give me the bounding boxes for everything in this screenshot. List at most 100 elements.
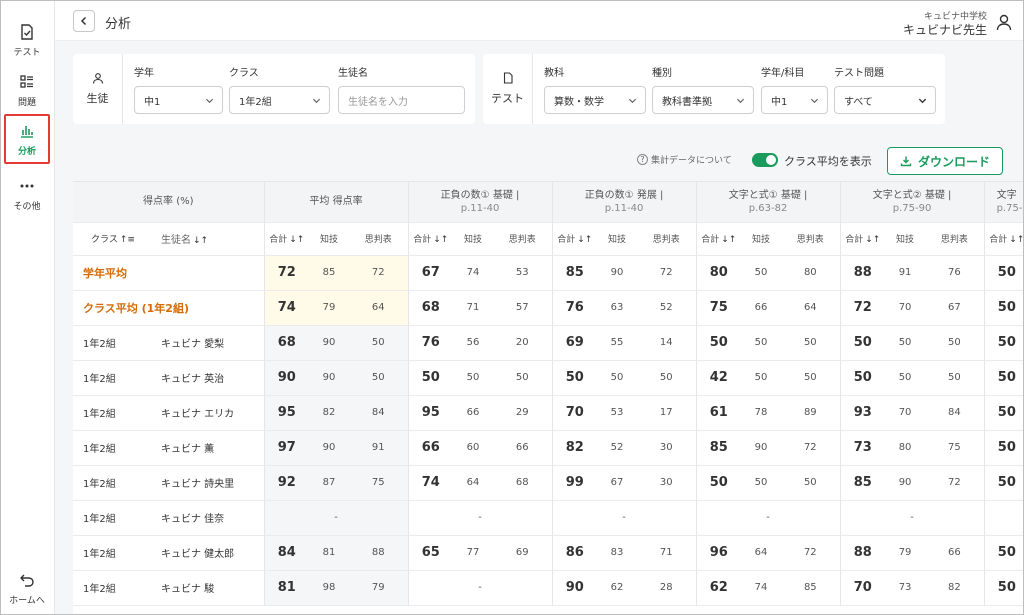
score-knowledge-cell: 50: [741, 255, 782, 291]
aggregate-info-link[interactable]: ? 集計データについて: [637, 153, 732, 166]
sub-header-knowledge: 知技: [597, 222, 638, 256]
score-total-cell: 50: [551, 360, 598, 396]
score-thinking-cell: 64: [781, 290, 841, 326]
download-button[interactable]: ダウンロード: [887, 147, 1003, 175]
student-name-cell[interactable]: キュビナ 英治: [153, 360, 265, 396]
student-name-input[interactable]: 生徒名を入力: [338, 86, 465, 114]
class-header-label: クラス: [91, 235, 118, 245]
subject-select[interactable]: 算数・数学: [544, 86, 646, 114]
test-check-icon: [21, 23, 33, 40]
chevron-down-icon: [810, 98, 819, 104]
table-row: 1年2組 キュビナ 薫 97 90 91 66 60 66 82 52 30 85 90 72 73 80 75…: [73, 430, 1023, 466]
score-thinking-cell: 64: [349, 290, 409, 326]
type-select[interactable]: 教科書準拠: [652, 86, 754, 114]
chevron-down-icon: [736, 98, 745, 104]
score-knowledge-cell: 70: [885, 395, 926, 431]
student-name-cell[interactable]: キュビナ 愛梨: [153, 325, 265, 361]
sort-icon[interactable]: ↓↑: [193, 236, 208, 246]
group-title: 正負の数① 基礎 |: [440, 189, 520, 201]
score-total-cell: 80: [695, 255, 742, 291]
student-name-cell[interactable]: キュビナ 健太郎: [153, 535, 265, 571]
group-sub: p.75-90: [892, 202, 932, 214]
page-title: 分析: [105, 17, 132, 32]
home-button[interactable]: ホームへ: [4, 563, 50, 613]
back-button[interactable]: [73, 10, 95, 32]
sub-header-total[interactable]: 合計 ↓↑: [263, 222, 310, 256]
sidebar-item-problems[interactable]: 問題: [4, 65, 50, 115]
return-home-icon: [20, 574, 34, 587]
score-total-cell: 72: [263, 255, 310, 291]
score-knowledge-cell: 50: [741, 465, 782, 501]
sidebar-item-test[interactable]: テスト: [4, 15, 50, 65]
student-name-cell[interactable]: キュビナ エリカ: [153, 395, 265, 431]
sub-header-total[interactable]: 合計 ↓↑: [839, 222, 886, 256]
class-average-toggle[interactable]: [752, 153, 778, 167]
table-row: 1年2組 キュビナ 愛梨 68 90 50 76 56 20 69 55 14 50 50 50 50 50 5…: [73, 325, 1023, 361]
sub-header-total[interactable]: 合計 ↓↑: [407, 222, 454, 256]
class-column-header[interactable]: クラス ↑≡: [73, 222, 153, 256]
score-total-cell: 82: [551, 430, 598, 466]
student-name-cell[interactable]: キュビナ 詩央里: [153, 465, 265, 501]
score-total-cell: 50: [983, 535, 1023, 571]
student-name-cell[interactable]: キュビナ 薫: [153, 430, 265, 466]
class-cell: 1年2組: [73, 570, 153, 606]
class-cell: 1年2組: [73, 360, 153, 396]
sub-header-total[interactable]: 合計 ↓↑: [983, 222, 1023, 256]
score-knowledge-cell: 78: [741, 395, 782, 431]
sub-header-label: 知技: [896, 235, 915, 245]
average-row: クラス平均 (1年2組) 74 79 64 68 71 57 76 63 52 75 66 64 72 70…: [73, 290, 1023, 326]
sort-icon[interactable]: ↓↑: [289, 235, 304, 245]
score-thinking-cell: 85: [781, 570, 841, 606]
class-cell: 1年2組: [73, 500, 153, 536]
score-thinking-cell: 29: [493, 395, 553, 431]
table-row: 1年2組 キュビナ エリカ 95 82 84 95 66 29 70 53 17 61 78 89 93 70…: [73, 395, 1023, 431]
sidebar-item-analysis[interactable]: 分析: [4, 114, 50, 164]
sub-header-label: 合計: [989, 235, 1008, 245]
sidebar: テスト 問題 分析 その他 ホームへ: [1, 1, 55, 614]
score-knowledge-cell: 66: [453, 395, 494, 431]
name-column-header[interactable]: 生徒名 ↓↑: [153, 222, 265, 256]
score-knowledge-cell: 98: [309, 570, 350, 606]
sidebar-item-other[interactable]: その他: [4, 169, 50, 219]
score-total-cell: 90: [551, 570, 598, 606]
score-total-cell: 61: [695, 395, 742, 431]
test-filter-header: テスト: [483, 54, 533, 124]
class-cell: 1年2組: [73, 430, 153, 466]
sort-icon[interactable]: ↓↑: [1009, 235, 1023, 245]
student-name-cell[interactable]: キュビナ 駿: [153, 570, 265, 606]
score-thinking-cell: 75: [925, 430, 985, 466]
sub-header-knowledge: 知技: [885, 222, 926, 256]
score-knowledge-cell: 81: [309, 535, 350, 571]
student-name-cell[interactable]: キュビナ 佳奈: [153, 500, 265, 536]
score-thinking-cell: 53: [493, 255, 553, 291]
grade-select[interactable]: 中1: [134, 86, 223, 114]
score-knowledge-cell: 90: [309, 430, 350, 466]
sort-icon[interactable]: ↓↑: [865, 235, 880, 245]
group-title: 平均 得点率: [309, 196, 363, 208]
score-thinking-cell: 72: [781, 430, 841, 466]
grade-subject-select[interactable]: 中1: [761, 86, 828, 114]
sort-icon[interactable]: ↓↑: [577, 235, 592, 245]
sort-icon[interactable]: ↓↑: [433, 235, 448, 245]
class-select[interactable]: 1年2組: [229, 86, 330, 114]
test-question-select[interactable]: すべて: [834, 86, 936, 114]
chevron-down-icon: [205, 98, 214, 104]
group-sub: p.75-: [996, 202, 1023, 214]
sort-icon[interactable]: ↓↑: [721, 235, 736, 245]
sort-asc-icon[interactable]: ↑≡: [120, 235, 135, 245]
score-knowledge-cell: 64: [741, 535, 782, 571]
sub-header-label: 合計: [701, 235, 720, 245]
sub-header-total[interactable]: 合計 ↓↑: [551, 222, 598, 256]
chevron-left-icon: [80, 16, 87, 26]
score-total-cell: 50: [839, 325, 886, 361]
top-bar: 分析 キュビナ中学校 キュビナビ先生: [55, 1, 1023, 41]
download-label: ダウンロード: [917, 154, 990, 169]
sub-header-label: 合計: [557, 235, 576, 245]
group-header: 文字と式① 基礎 | p.63-82: [695, 182, 841, 223]
user-icon[interactable]: [995, 13, 1013, 31]
score-knowledge-cell: 77: [453, 535, 494, 571]
score-total-cell: 74: [263, 290, 310, 326]
sub-header-total[interactable]: 合計 ↓↑: [695, 222, 742, 256]
score-knowledge-cell: 71: [453, 290, 494, 326]
score-thinking-cell: 89: [781, 395, 841, 431]
